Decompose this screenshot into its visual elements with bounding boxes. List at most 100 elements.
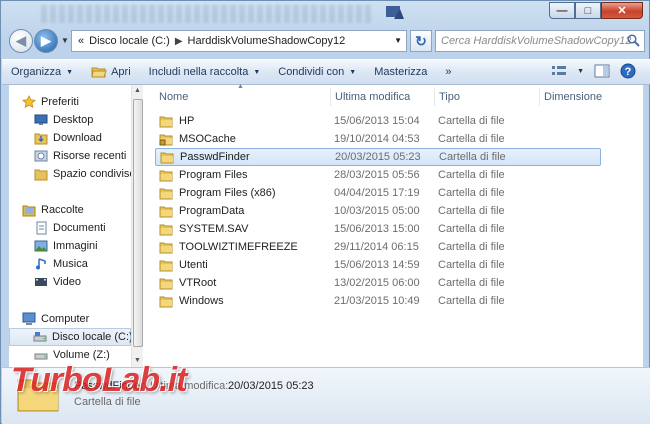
drive-icon [32,329,48,345]
sidebar-item-recent[interactable]: Risorse recenti [33,147,131,165]
column-header-type[interactable]: Tipo [435,88,540,106]
sidebar-label: Immagini [53,240,98,252]
share-with-button[interactable]: Condividi con ▼ [269,61,365,83]
chevron-down-icon: ▼ [349,68,357,76]
sidebar-item-documents[interactable]: Documenti [33,219,131,237]
help-icon[interactable]: ? [620,63,636,79]
file-row[interactable]: Utenti 15/06/2013 14:59 Cartella di file [155,256,601,274]
download-folder-icon [33,130,49,146]
sidebar-item-libraries[interactable]: Raccolte [21,201,131,219]
file-row[interactable]: ProgramData 10/03/2015 05:00 Cartella di f… [155,202,601,220]
sidebar-item-shared[interactable]: Spazio condiviso [33,165,131,183]
file-type: Cartella di file [438,259,505,271]
column-header-size[interactable]: Dimensione [540,88,620,106]
file-type: Cartella di file [438,169,505,181]
maximize-button[interactable]: □ [575,2,601,19]
sidebar-label: Download [53,132,102,144]
search-placeholder: Cerca HarddiskVolumeShadowCopy12 [441,35,632,47]
forward-button[interactable]: ▶ [34,29,58,53]
folder-icon [159,260,173,271]
address-overflow[interactable]: « [78,35,84,47]
file-row[interactable]: VTRoot 13/02/2015 06:00 Cartella di file [155,274,601,292]
chevron-down-icon: ▼ [66,68,74,76]
file-row[interactable]: Program Files (x86) 04/04/2015 17:19 Carte… [155,184,601,202]
file-type: Cartella di file [438,133,505,145]
address-bar[interactable]: « Disco locale (C:) ▶ HarddiskVolumeShad… [71,30,407,52]
scroll-up-arrow-icon[interactable]: ▲ [134,87,141,94]
sidebar-item-download[interactable]: Download [33,129,131,147]
file-row[interactable]: Program Files 28/03/2015 05:56 Cartella di… [155,166,601,184]
explorer-window: — □ ✕ ◀ ▶ ▼ « Disco locale (C:) ▶ Harddi… [0,0,650,424]
scrollbar-thumb[interactable] [133,99,143,347]
organize-label: Organizza [11,66,62,78]
file-row[interactable]: PasswdFinder 20/03/2015 05:23 Cartella di … [155,148,601,166]
file-row[interactable]: SYSTEM.SAV 15/06/2013 15:00 Cartella di fi… [155,220,601,238]
sidebar-label: Desktop [53,114,94,126]
burn-button[interactable]: Masterizza [365,61,436,83]
sidebar-label: Volume (Z:) [53,349,110,361]
organize-button[interactable]: Organizza ▼ [2,61,82,83]
title-bar-background [41,5,371,23]
file-type: Cartella di file [439,151,506,163]
file-row[interactable]: Windows 21/03/2015 10:49 Cartella di file [155,292,601,310]
star-icon [21,94,37,110]
folder-icon [159,242,173,253]
sidebar-item-computer[interactable]: Computer [21,310,131,328]
refresh-button[interactable]: ↻ [410,30,432,52]
preview-pane-icon[interactable] [594,64,610,78]
sidebar-item-drive-c[interactable]: Disco locale (C:) [9,328,131,346]
folder-icon [159,278,173,289]
turbolab-watermark-logo: TurboLab.it [11,361,187,399]
file-name-label: PasswdFinder [180,151,250,163]
file-name-label: MSOCache [179,133,236,145]
sidebar-label: Musica [53,258,88,270]
back-button[interactable]: ◀ [9,29,33,53]
open-folder-icon [91,67,107,78]
sidebar-item-music[interactable]: Musica [33,255,131,273]
file-type: Cartella di file [438,241,505,253]
sidebar-label: Documenti [53,222,106,234]
sidebar-item-video[interactable]: Video [33,273,131,291]
forward-arrow-icon: ▶ [41,33,51,48]
sidebar-item-favorites[interactable]: Preferiti [21,93,131,111]
folder-icon [159,116,173,127]
column-header-modified[interactable]: Ultima modifica [331,88,435,106]
file-row[interactable]: TOOLWIZTIMEFREEZE 29/11/2014 06:15 Cartell… [155,238,601,256]
open-button[interactable]: Apri [82,61,140,83]
breadcrumb-folder[interactable]: HarddiskVolumeShadowCopy12 [188,35,346,47]
include-in-library-button[interactable]: Includi nella raccolta ▼ [140,61,270,83]
sidebar-label: Disco locale (C:) [52,331,131,343]
file-type: Cartella di file [438,205,505,217]
burn-label: Masterizza [374,66,428,78]
chevron-right-icon[interactable]: ▶ [175,36,183,47]
file-name: HP [159,115,194,128]
address-dropdown-icon[interactable]: ▼ [394,36,402,45]
file-row[interactable]: MSOCache 19/10/2014 04:53 Cartella di file [155,130,601,148]
file-name-label: HP [179,115,195,127]
recent-pages-dropdown[interactable]: ▼ [61,36,69,45]
minimize-button[interactable]: — [549,2,575,19]
view-dropdown-icon[interactable]: ▼ [577,68,584,75]
file-name: VTRoot [159,277,216,290]
refresh-icon: ↻ [415,32,427,49]
change-view-icon[interactable] [551,64,567,78]
file-row[interactable]: HP 15/06/2013 15:04 Cartella di file [155,112,601,130]
file-date: 15/06/2013 15:00 [334,223,420,235]
search-input[interactable]: Cerca HarddiskVolumeShadowCopy12 [435,30,645,52]
more-commands-button[interactable]: » [436,61,460,83]
file-name-label: Utenti [179,259,208,271]
breadcrumb-drive[interactable]: Disco locale (C:) [89,35,170,47]
folder-icon [159,170,173,181]
sidebar-item-desktop[interactable]: Desktop [33,111,131,129]
sidebar-label: Video [53,276,81,288]
file-name: Utenti [159,259,208,272]
file-name-label: TOOLWIZTIMEFREEZE [179,241,298,253]
close-button[interactable]: ✕ [601,2,643,19]
file-name: MSOCache [159,133,236,146]
file-date: 29/11/2014 06:15 [334,241,419,253]
column-header-name[interactable]: Nome [155,88,331,106]
navigation-scrollbar[interactable]: ▲ ▼ [131,85,143,367]
sidebar-item-pictures[interactable]: Immagini [33,237,131,255]
sidebar-label: Raccolte [41,204,84,216]
file-name-label: Program Files [179,169,248,181]
